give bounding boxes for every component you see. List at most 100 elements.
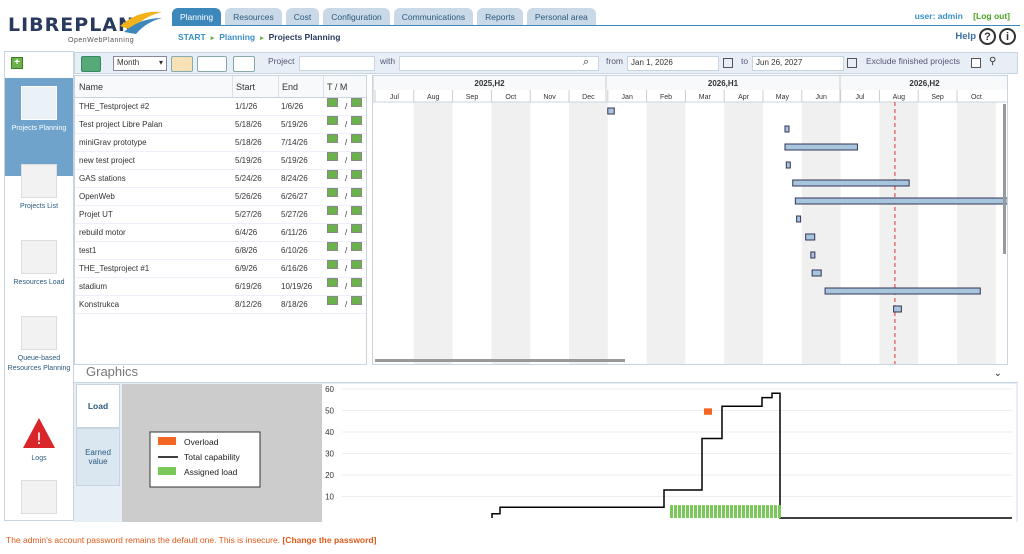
row-end: 5/19/26 bbox=[281, 156, 308, 165]
calendar-icon[interactable] bbox=[723, 58, 733, 68]
new-project-icon[interactable]: + bbox=[11, 57, 23, 69]
row-end: 6/16/26 bbox=[281, 264, 308, 273]
row-name[interactable]: rebuild motor bbox=[79, 224, 126, 242]
sidebar-item-projects-planning[interactable]: Projects Planning bbox=[5, 78, 73, 176]
table-row[interactable]: miniGrav prototype 5/18/26 7/14/26 / bbox=[75, 134, 366, 152]
show-resources-button[interactable] bbox=[197, 56, 227, 72]
help-icon[interactable]: ? bbox=[979, 28, 996, 45]
table-row[interactable]: GAS stations 5/24/26 8/24/26 / bbox=[75, 170, 366, 188]
gantt-chart: 2025,H2 2026,H1 2026,H2 Jul Aug Sep Oct Nov Dec J… bbox=[372, 75, 1008, 365]
help-label[interactable]: Help bbox=[955, 31, 976, 42]
help-area: Help ? i bbox=[955, 28, 1016, 45]
with-filter-input[interactable] bbox=[399, 56, 599, 71]
col-name[interactable]: Name bbox=[79, 76, 103, 98]
tab-planning[interactable]: Planning bbox=[172, 8, 222, 26]
sidebar-item-queue-planning[interactable]: Queue-based Resources Planning bbox=[5, 316, 73, 374]
project-filter-input[interactable] bbox=[299, 56, 375, 71]
row-name[interactable]: GAS stations bbox=[79, 170, 126, 188]
table-row[interactable]: OpenWeb 5/26/26 6/26/27 / bbox=[75, 188, 366, 206]
info-icon[interactable]: i bbox=[999, 28, 1016, 45]
row-name[interactable]: Konstrukca bbox=[79, 296, 119, 314]
tab-divider bbox=[172, 25, 1020, 26]
gantt-month-label: Jul bbox=[856, 94, 865, 101]
row-name[interactable]: stadium bbox=[79, 278, 107, 296]
row-name[interactable]: test1 bbox=[79, 242, 96, 260]
task-bar bbox=[811, 269, 822, 277]
row-name[interactable]: new test project bbox=[79, 152, 135, 170]
tab-load[interactable]: Load bbox=[76, 384, 120, 428]
change-password-link[interactable]: [Change the password] bbox=[282, 535, 376, 545]
table-row[interactable]: Test project Libre Palan 5/18/26 5/19/26… bbox=[75, 116, 366, 134]
logs-icon: ! bbox=[21, 416, 57, 450]
sidebar-item-projects-list[interactable]: Projects List bbox=[5, 164, 73, 212]
table-row[interactable]: rebuild motor 6/4/26 6/11/26 / bbox=[75, 224, 366, 242]
collapse-icon[interactable]: ⌄ bbox=[994, 368, 1002, 379]
print-icon[interactable] bbox=[81, 56, 101, 72]
row-name[interactable]: miniGrav prototype bbox=[79, 134, 147, 152]
month-shade bbox=[957, 102, 996, 364]
tab-reports[interactable]: Reports bbox=[477, 8, 523, 26]
row-start: 6/19/26 bbox=[235, 282, 262, 291]
tab-communications[interactable]: Communications bbox=[393, 8, 474, 26]
table-row[interactable]: Konstrukca 8/12/26 8/18/26 / bbox=[75, 296, 366, 314]
row-name[interactable]: THE_Testproject #2 bbox=[79, 98, 149, 116]
assigned-load-bar bbox=[746, 505, 749, 518]
table-row[interactable]: test1 6/8/26 6/10/26 / bbox=[75, 242, 366, 260]
show-labels-button[interactable] bbox=[171, 56, 193, 72]
filter-icon[interactable]: ⚲ bbox=[989, 56, 996, 71]
to-date-input[interactable]: Jun 26, 2027 bbox=[752, 56, 844, 71]
table-row[interactable]: Projet UT 5/27/26 5/27/26 / bbox=[75, 206, 366, 224]
row-name[interactable]: THE_Testproject #1 bbox=[79, 260, 149, 278]
tab-personal-area[interactable]: Personal area bbox=[526, 8, 596, 26]
sidebar-item-resources-load[interactable]: Resources Load bbox=[5, 240, 73, 288]
row-name[interactable]: Test project Libre Palan bbox=[79, 116, 163, 134]
calendar-icon[interactable] bbox=[847, 58, 857, 68]
money-progress-icon bbox=[351, 278, 362, 287]
exclude-finished-checkbox[interactable] bbox=[971, 58, 981, 68]
breadcrumb-start[interactable]: START bbox=[178, 32, 206, 42]
money-progress-icon bbox=[351, 188, 362, 197]
to-label: to bbox=[741, 56, 749, 66]
row-end: 10/19/26 bbox=[281, 282, 313, 291]
y-tick-label: 60 bbox=[325, 385, 334, 394]
tab-cost[interactable]: Cost bbox=[285, 8, 320, 26]
table-row[interactable]: stadium 6/19/26 10/19/26 / bbox=[75, 278, 366, 296]
project-filter-label: Project bbox=[268, 56, 295, 66]
task-bar bbox=[785, 161, 791, 169]
logout-link[interactable]: [Log out] bbox=[973, 11, 1010, 21]
assigned-load-bar bbox=[674, 505, 677, 518]
with-label: with bbox=[380, 56, 396, 66]
table-row[interactable]: new test project 5/19/26 5/19/26 / bbox=[75, 152, 366, 170]
row-end: 7/14/26 bbox=[281, 138, 308, 147]
month-shade bbox=[491, 102, 531, 364]
y-tick-label: 10 bbox=[325, 493, 334, 502]
projects-list-icon bbox=[21, 164, 57, 198]
table-row[interactable]: THE_Testproject #2 1/1/26 1/6/26 / bbox=[75, 98, 366, 116]
sidebar-item-more[interactable] bbox=[5, 480, 73, 518]
row-name[interactable]: Projet UT bbox=[79, 206, 113, 224]
search-icon[interactable]: ⌕ bbox=[583, 56, 589, 71]
from-date-input[interactable]: Jan 1, 2026 bbox=[627, 56, 719, 71]
sidebar-item-logs[interactable]: ! Logs bbox=[5, 416, 73, 464]
gantt-month-label: Oct bbox=[971, 94, 982, 101]
tab-configuration[interactable]: Configuration bbox=[323, 8, 390, 26]
time-progress-icon bbox=[327, 152, 338, 161]
col-end[interactable]: End bbox=[278, 76, 298, 97]
month-shade bbox=[646, 102, 686, 364]
row-end: 8/24/26 bbox=[281, 174, 308, 183]
separator-text: / bbox=[345, 300, 348, 309]
breadcrumb-planning[interactable]: Planning bbox=[219, 32, 255, 42]
month-shade bbox=[569, 102, 608, 364]
col-start[interactable]: Start bbox=[232, 76, 255, 97]
row-name[interactable]: OpenWeb bbox=[79, 188, 115, 206]
row-end: 6/10/26 bbox=[281, 246, 308, 255]
row-start: 8/12/26 bbox=[235, 300, 262, 309]
row-end: 6/26/27 bbox=[281, 192, 308, 201]
gantt-month-label: Apr bbox=[738, 94, 750, 101]
tab-earned-value[interactable]: Earned value bbox=[76, 428, 120, 486]
table-row[interactable]: THE_Testproject #1 6/9/26 6/16/26 / bbox=[75, 260, 366, 278]
gantt-month-label: Dec bbox=[582, 94, 595, 101]
tab-resources[interactable]: Resources bbox=[225, 8, 282, 26]
expand-all-button[interactable] bbox=[233, 56, 255, 72]
zoom-select[interactable]: Month ▾ bbox=[113, 56, 167, 71]
